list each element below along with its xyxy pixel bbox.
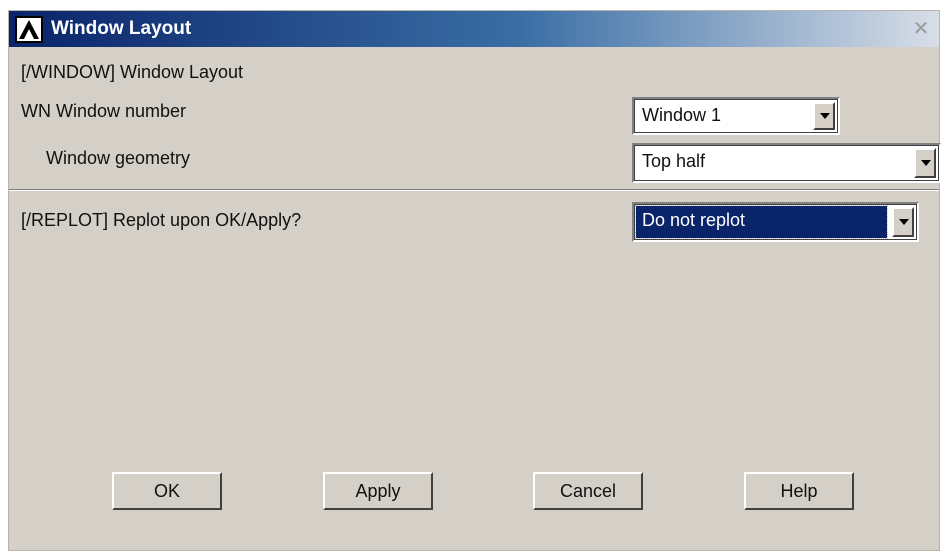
help-button[interactable]: Help — [744, 472, 854, 510]
replot-value: Do not replot — [642, 210, 746, 230]
window-number-label: WN Window number — [21, 101, 187, 121]
apply-button[interactable]: Apply — [323, 472, 433, 510]
ansys-logo-icon — [15, 16, 43, 43]
ok-button[interactable]: OK — [112, 472, 222, 510]
window-number-value: Window 1 — [642, 105, 722, 125]
divider — [9, 189, 939, 191]
window-layout-dialog: Window Layout ✕ [/WINDOW] Window Layout … — [8, 10, 941, 551]
chevron-down-icon[interactable] — [892, 207, 914, 237]
window-number-dropdown[interactable]: Window 1 — [632, 97, 840, 135]
cancel-button[interactable]: Cancel — [533, 472, 643, 510]
dialog-title: Window Layout — [51, 18, 192, 39]
close-icon[interactable]: ✕ — [911, 19, 931, 39]
title-bar[interactable]: Window Layout ✕ — [9, 11, 939, 47]
replot-label: [/REPLOT] Replot upon OK/Apply? — [21, 210, 302, 230]
chevron-down-icon[interactable] — [813, 102, 835, 130]
window-geometry-dropdown[interactable]: Top half — [632, 143, 941, 183]
window-geometry-value: Top half — [642, 151, 706, 171]
replot-dropdown[interactable]: Do not replot — [632, 202, 919, 242]
section-label-window: [/WINDOW] Window Layout — [21, 62, 244, 82]
window-geometry-label: Window geometry — [46, 148, 191, 168]
chevron-down-icon[interactable] — [914, 148, 936, 178]
